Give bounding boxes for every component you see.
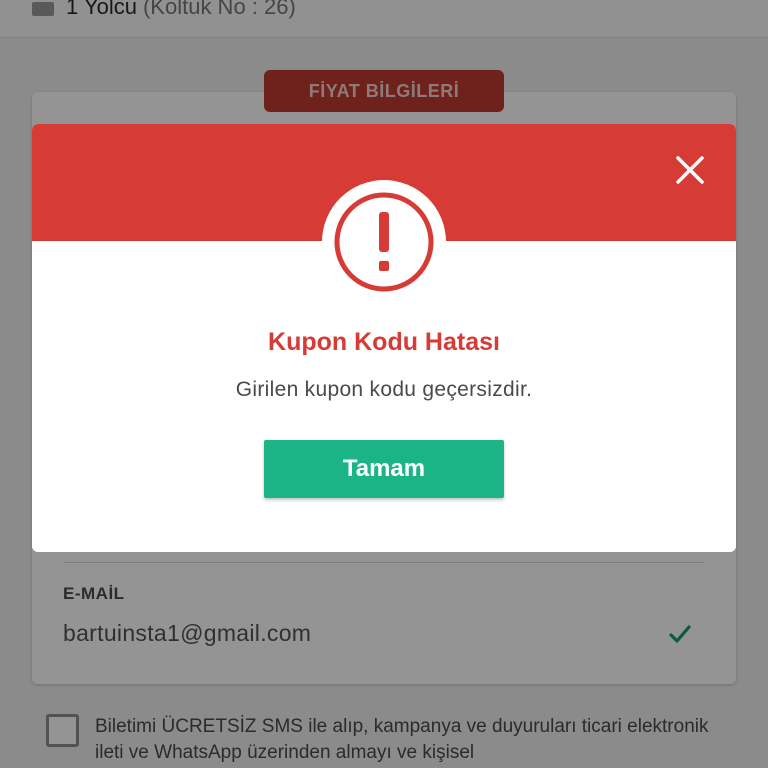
alert-badge [322,180,446,304]
coupon-error-dialog: Kupon Kodu Hatası Girilen kupon kodu geç… [32,124,736,552]
exclamation-circle-icon [334,192,434,292]
dialog-title: Kupon Kodu Hatası [268,328,500,356]
dialog-message: Girilen kupon kodu geçersizdir. [235,378,533,401]
close-icon[interactable] [670,150,710,190]
ok-button[interactable]: Tamam [264,440,504,498]
